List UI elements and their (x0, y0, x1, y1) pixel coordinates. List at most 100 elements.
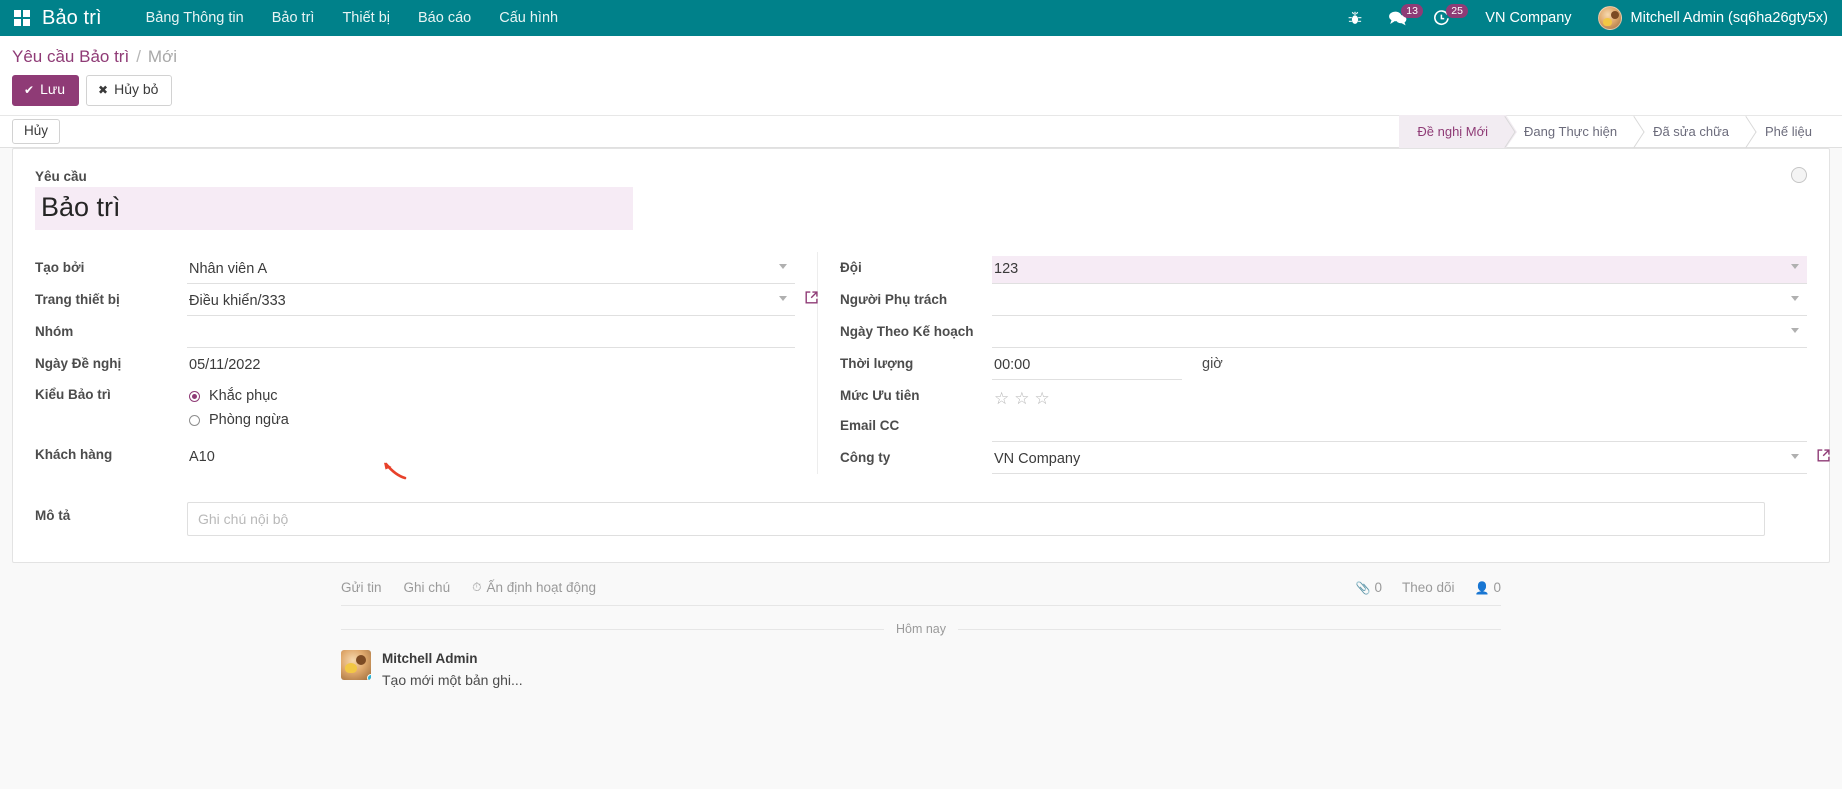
app-brand-title[interactable]: Bảo trì (42, 7, 102, 30)
follow-button[interactable]: Theo dõi (1402, 580, 1455, 595)
owner-input[interactable] (992, 288, 1807, 316)
bug-icon[interactable] (1348, 0, 1362, 36)
breadcrumb-current: Mới (147, 47, 178, 66)
email-cc-input[interactable] (992, 414, 1807, 442)
menu-maintenance[interactable]: Bảo trì (258, 0, 329, 36)
avatar (1597, 6, 1622, 30)
radio-label-preventive: Phòng ngừa (209, 412, 289, 428)
form-sheet: Yêu cầu Tạo bởi Trang thiết bị (12, 148, 1830, 563)
circle-state-icon[interactable] (1791, 167, 1807, 183)
chevron-down-icon[interactable] (1791, 296, 1799, 301)
equipment-input[interactable] (187, 288, 795, 316)
request-title-label: Yêu cầu (35, 169, 87, 184)
team-value-wrap (992, 252, 1807, 284)
send-message-button[interactable]: Gửi tin (341, 580, 382, 595)
menu-configuration[interactable]: Cấu hình (485, 0, 572, 36)
company-input[interactable] (992, 446, 1807, 474)
owner-label: Người Phụ trách (840, 292, 948, 307)
description-textarea[interactable]: Ghi chú nội bộ (187, 502, 1765, 536)
save-button[interactable]: ✔ Lưu (12, 75, 80, 106)
stage-repaired[interactable]: Đã sửa chữa (1635, 115, 1747, 148)
duration-input[interactable] (992, 352, 1182, 380)
team-input[interactable] (992, 256, 1807, 284)
star-icon-1[interactable]: ☆ (994, 389, 1009, 408)
breadcrumb: Yêu cầu Bảo trì / Mới (0, 36, 1842, 67)
star-icon-2[interactable]: ☆ (1014, 389, 1029, 408)
created-by-input[interactable] (187, 256, 795, 284)
equipment-label: Trang thiết bị (35, 292, 120, 307)
clock-icon: ⏱ (472, 580, 482, 594)
email-cc-label: Email CC (840, 418, 900, 433)
stage-in-progress[interactable]: Đang Thực hiện (1506, 115, 1635, 148)
form-action-buttons: ✔ Lưu ✖ Hủy bỏ (0, 67, 1842, 115)
star-icon-3[interactable]: ☆ (1035, 389, 1050, 408)
messages-icon[interactable]: 13 (1388, 0, 1423, 36)
apps-grid-icon[interactable] (14, 10, 30, 26)
maintenance-type-options: Khắc phục Phòng ngừa (187, 379, 795, 431)
check-icon: ✔ (24, 83, 35, 97)
chevron-down-icon[interactable] (779, 264, 787, 269)
chevron-down-icon[interactable] (1791, 264, 1799, 269)
radio-icon-unselected (189, 415, 200, 426)
discard-button[interactable]: ✖ Hủy bỏ (86, 75, 173, 106)
chevron-down-icon[interactable] (779, 296, 787, 301)
save-button-label: Lưu (40, 81, 66, 97)
followers-count: 0 (1493, 580, 1501, 595)
cancel-button[interactable]: Hủy (12, 119, 61, 144)
field-created-by: Tạo bởi (35, 252, 795, 284)
top-navbar: Bảo trì Bảng Thông tin Bảo trì Thiết bị … (0, 0, 1842, 36)
stage-new-request[interactable]: Đề nghị Mới (1399, 115, 1517, 148)
chatter-inner: Gửi tin Ghi chú ⏱ Ấn định hoạt động 📎 0 Th… (341, 563, 1501, 690)
field-priority: Mức Ưu tiên ☆ ☆ ☆ (840, 380, 1807, 410)
control-panel: Yêu cầu Bảo trì / Mới ✔ Lưu ✖ Hủy bỏ Hủy Đ… (0, 36, 1842, 148)
schedule-activity-button[interactable]: ⏱ Ấn định hoạt động (472, 580, 596, 595)
list-item: Mitchell Admin Tạo mới một bản ghi... (341, 648, 1501, 690)
description-label: Mô tả (35, 508, 71, 523)
apps-grid-square (23, 19, 30, 26)
attachment-count: 0 (1374, 580, 1382, 595)
field-request-date: Ngày Đề nghị (35, 348, 795, 379)
external-link-icon[interactable] (1816, 448, 1831, 463)
scheduled-date-input[interactable] (992, 320, 1807, 348)
chevron-down-icon[interactable] (1791, 454, 1799, 459)
customer-value[interactable]: A10 (187, 443, 795, 471)
menu-reporting[interactable]: Báo cáo (404, 0, 485, 36)
messages-count-badge: 13 (1401, 4, 1423, 18)
followers-counter[interactable]: 👤 0 (1475, 580, 1501, 595)
menu-dashboard[interactable]: Bảng Thông tin (132, 0, 258, 36)
activities-clock-icon[interactable]: 25 (1433, 0, 1468, 36)
category-input[interactable] (187, 320, 795, 348)
menu-equipment[interactable]: Thiết bị (328, 0, 404, 36)
external-link-icon[interactable] (804, 290, 819, 305)
scheduled-date-label: Ngày Theo Kế hoạch (840, 324, 974, 339)
request-title-input[interactable] (35, 187, 633, 230)
breadcrumb-root[interactable]: Yêu cầu Bảo trì (12, 47, 129, 67)
company-switcher[interactable]: VN Company (1485, 10, 1571, 26)
scheduled-date-value-wrap (992, 316, 1807, 348)
duration-row: giờ (992, 352, 1807, 380)
log-note-button[interactable]: Ghi chú (404, 580, 451, 595)
request-date-input[interactable] (187, 352, 795, 379)
radio-option-corrective[interactable]: Khắc phục (187, 383, 795, 407)
user-icon: 👤 (1474, 580, 1490, 595)
stage-scrap[interactable]: Phế liệu (1747, 115, 1830, 148)
maintenance-type-label: Kiểu Bảo trì (35, 387, 111, 402)
radio-label-corrective: Khắc phục (209, 388, 278, 404)
chatter-panel: Gửi tin Ghi chú ⏱ Ấn định hoạt động 📎 0 Th… (0, 563, 1842, 789)
schedule-activity-label: Ấn định hoạt động (486, 580, 597, 595)
field-team: Đội (840, 252, 1807, 284)
radio-icon-selected (189, 391, 200, 402)
paperclip-icon: 📎 (1355, 580, 1371, 595)
attachments-counter[interactable]: 📎 0 (1356, 580, 1382, 595)
customer-label: Khách hàng (35, 447, 113, 462)
chevron-down-icon[interactable] (1791, 328, 1799, 333)
priority-label: Mức Ưu tiên (840, 388, 920, 403)
field-duration: Thời lượng giờ (840, 348, 1807, 380)
field-equipment: Trang thiết bị (35, 284, 818, 316)
equipment-value-wrap (187, 284, 818, 316)
day-separator: Hôm nay (341, 622, 1501, 636)
sheet-background: Yêu cầu Tạo bởi Trang thiết bị (0, 148, 1842, 563)
apps-grid-square (23, 10, 30, 17)
radio-option-preventive[interactable]: Phòng ngừa (187, 407, 795, 431)
user-menu[interactable]: Mitchell Admin (sq6ha26gty5x) (1597, 6, 1828, 30)
